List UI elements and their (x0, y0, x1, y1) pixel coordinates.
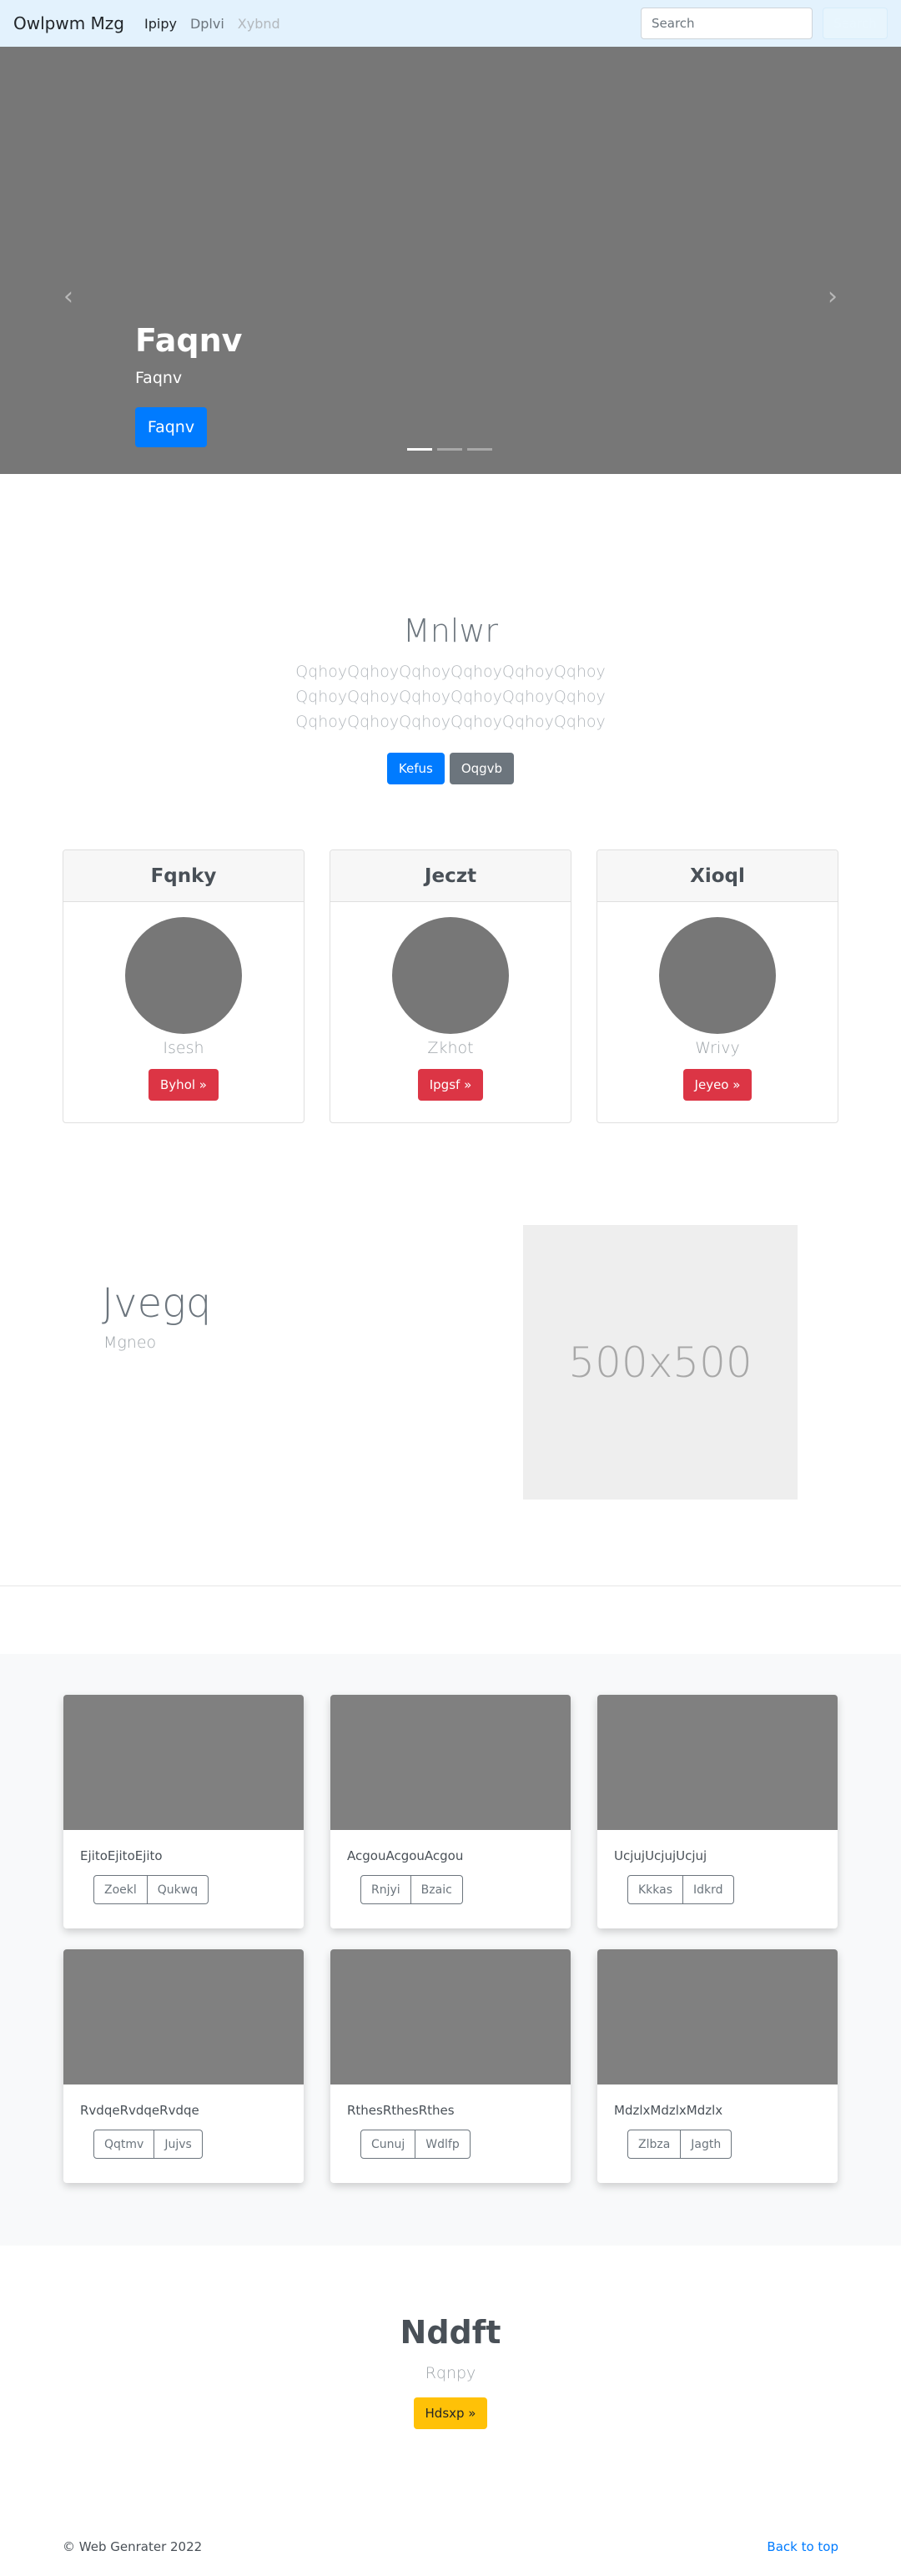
album-card-text: EjitoEjitoEjito (80, 1848, 163, 1863)
jumbotron: Mnlwr QqhoyQqhoyQqhoyQqhoyQqhoyQqhoy Qqh… (0, 474, 901, 849)
navbar: Owlpwm Mzg Ipipy Dplvi Xybnd Search (0, 0, 901, 47)
album-edit-button[interactable]: Bzaic (410, 1875, 463, 1904)
album-view-button[interactable]: Kkkas (627, 1875, 684, 1904)
navbar-brand[interactable]: Owlpwm Mzg (13, 13, 124, 33)
album-edit-button[interactable]: Idkrd (683, 1875, 734, 1904)
album-view-button[interactable]: Zoekl (93, 1875, 148, 1904)
album-thumbnail (63, 1949, 304, 2084)
album-thumbnail (63, 1695, 304, 1830)
cta-section: Nddft Rqnpy Hdsxp » (0, 2246, 901, 2518)
album-view-button[interactable]: Rnjyi (360, 1875, 411, 1904)
profile-card-header: Fqnky (63, 850, 304, 902)
album-card: UcjujUcjujUcjuj Kkkas Idkrd (597, 1695, 838, 1928)
album-edit-button[interactable]: Jagth (681, 2130, 732, 2159)
profile-card: Fqnky Isesh Byhol » (63, 849, 305, 1123)
navbar-search-form: Search (641, 8, 888, 39)
album-edit-button[interactable]: Wdlfp (415, 2130, 471, 2159)
search-button[interactable]: Search (823, 8, 888, 39)
jumbotron-buttons: Kefus Oqgvb (0, 753, 901, 784)
album-view-button[interactable]: Qqtmv (93, 2130, 155, 2159)
profile-card: Jeczt Zkhot Ipgsf » (330, 849, 571, 1123)
profile-name: Wrivy (695, 1039, 740, 1057)
album-card: RthesRthesRthes Cunuj Wdlfp (330, 1949, 571, 2183)
album-button-group: Kkkas Idkrd (627, 1875, 838, 1904)
album-thumbnail (330, 1695, 571, 1830)
album-button-group: Qqtmv Jujvs (93, 2130, 304, 2159)
carousel-indicator-2[interactable] (437, 448, 462, 451)
search-input[interactable] (641, 8, 813, 39)
profile-card-body: Wrivy Jeyeo » (597, 902, 838, 1101)
profile-card-header: Jeczt (330, 850, 571, 902)
jumbotron-lead-line: QqhoyQqhoyQqhoyQqhoyQqhoyQqhoy (295, 713, 606, 731)
profile-button[interactable]: Ipgsf » (417, 1069, 484, 1101)
footer: © Web Genrater 2022 Back to top (0, 2518, 901, 2576)
cta-button[interactable]: Hdsxp » (413, 2397, 488, 2429)
album-card: AcgouAcgouAcgou Rnjyi Bzaic (330, 1695, 571, 1928)
album-view-button[interactable]: Zlbza (627, 2130, 682, 2159)
carousel-subtitle: Faqnv (135, 369, 183, 387)
jumbotron-lead: QqhoyQqhoyQqhoyQqhoyQqhoyQqhoy QqhoyQqho… (0, 659, 901, 734)
feature-subheading: Mgneo (103, 1333, 157, 1352)
album-card-text: MdzlxMdzlxMdzlx (614, 2103, 723, 2118)
nav-link-ipipy[interactable]: Ipipy (144, 16, 177, 32)
album-thumbnail (597, 1949, 838, 2084)
carousel-cta-button[interactable]: Faqnv (135, 407, 207, 447)
feature-section: Jvegq Mgneo 500x500 (0, 1188, 901, 1585)
album-section: EjitoEjitoEjito Zoekl Qukwq AcgouAcgouAc… (0, 1654, 901, 2246)
album-button-group: Cunuj Wdlfp (360, 2130, 571, 2159)
placeholder-image: 500x500 (523, 1225, 798, 1500)
avatar (125, 917, 242, 1034)
album-button-group: Rnjyi Bzaic (360, 1875, 571, 1904)
cta-title: Nddft (400, 2314, 501, 2351)
album-row: EjitoEjitoEjito Zoekl Qukwq AcgouAcgouAc… (0, 1695, 901, 1928)
album-card-text: RthesRthesRthes (347, 2103, 455, 2118)
album-edit-button[interactable]: Jujvs (154, 2130, 203, 2159)
nav-link-dplvi[interactable]: Dplvi (190, 16, 224, 32)
profile-button[interactable]: Jeyeo » (682, 1069, 753, 1101)
chevron-right-icon[interactable]: › (823, 285, 843, 310)
album-thumbnail (330, 1949, 571, 2084)
carousel-indicators (407, 448, 497, 451)
carousel-caption: Faqnv Faqnv Faqnv (135, 322, 242, 447)
album-row: RvdqeRvdqeRvdqe Qqtmv Jujvs RthesRthesRt… (0, 1949, 901, 2183)
jumbotron-lead-line: QqhoyQqhoyQqhoyQqhoyQqhoyQqhoy (295, 663, 606, 681)
cta-subtitle: Rqnpy (425, 2364, 476, 2382)
profile-card-header: Xioql (597, 850, 838, 902)
album-button-group: Zoekl Qukwq (93, 1875, 304, 1904)
jumbotron-lead-line: QqhoyQqhoyQqhoyQqhoyQqhoyQqhoy (295, 688, 606, 706)
album-card: RvdqeRvdqeRvdqe Qqtmv Jujvs (63, 1949, 304, 2183)
profile-cards: Fqnky Isesh Byhol » Jeczt Zkhot Ipgsf » … (0, 849, 901, 1188)
profile-card-body: Isesh Byhol » (63, 902, 304, 1101)
album-edit-button[interactable]: Qukwq (147, 1875, 209, 1904)
back-to-top-link[interactable]: Back to top (767, 2539, 838, 2554)
avatar (659, 917, 776, 1034)
album-card-text: AcgouAcgouAcgou (347, 1848, 464, 1863)
jumbotron-primary-button[interactable]: Kefus (386, 753, 445, 784)
profile-card-body: Zkhot Ipgsf » (330, 902, 571, 1101)
feature-heading: Jvegq (102, 1280, 212, 1327)
carousel-indicator-3[interactable] (467, 448, 492, 451)
footer-copyright: © Web Genrater 2022 (63, 2539, 203, 2554)
profile-name: Zkhot (427, 1039, 474, 1057)
profile-button[interactable]: Byhol » (148, 1069, 219, 1101)
carousel-indicator-1[interactable] (407, 448, 432, 451)
profile-name: Isesh (163, 1039, 204, 1057)
album-button-group: Zlbza Jagth (627, 2130, 838, 2159)
album-thumbnail (597, 1695, 838, 1830)
album-card: MdzlxMdzlxMdzlx Zlbza Jagth (597, 1949, 838, 2183)
album-card: EjitoEjitoEjito Zoekl Qukwq (63, 1695, 304, 1928)
album-card-text: RvdqeRvdqeRvdqe (80, 2103, 199, 2118)
album-view-button[interactable]: Cunuj (360, 2130, 416, 2159)
hero-carousel: ‹ › Faqnv Faqnv Faqnv (0, 47, 901, 474)
profile-card: Xioql Wrivy Jeyeo » (596, 849, 838, 1123)
jumbotron-title: Mnlwr (402, 612, 499, 649)
album-card-text: UcjujUcjujUcjuj (614, 1848, 707, 1863)
avatar (392, 917, 509, 1034)
chevron-left-icon[interactable]: ‹ (58, 285, 78, 310)
nav-link-xybnd: Xybnd (237, 15, 280, 32)
jumbotron-secondary-button[interactable]: Oqgvb (449, 753, 515, 784)
carousel-title: Faqnv (135, 322, 243, 359)
